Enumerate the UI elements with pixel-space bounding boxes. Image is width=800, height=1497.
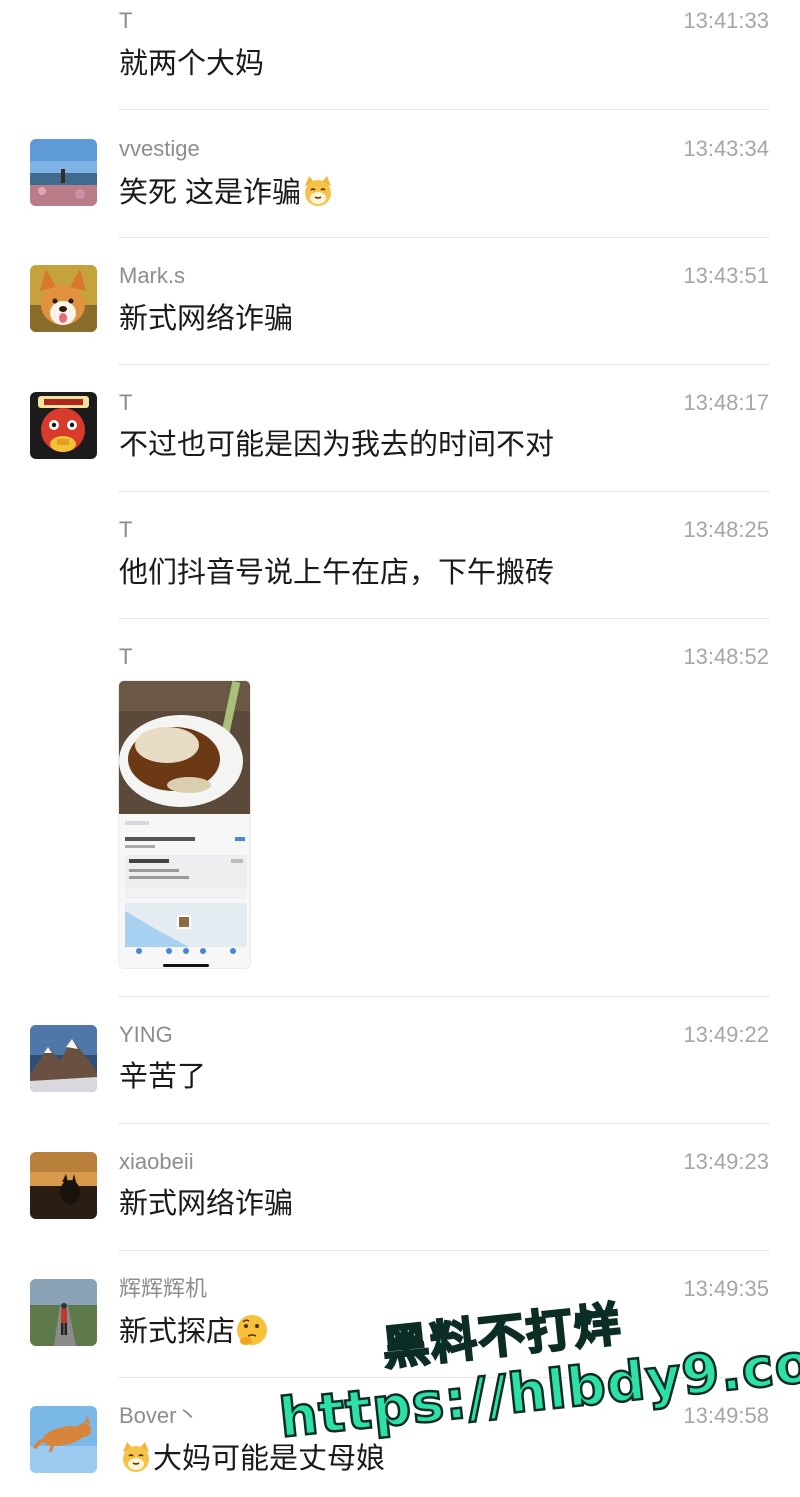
cat-face-icon (119, 1440, 153, 1474)
message-time: 13:43:34 (683, 136, 769, 161)
avatar[interactable] (30, 1025, 97, 1092)
sender-name[interactable]: xiaobeii (119, 1149, 194, 1175)
message-divider (118, 237, 770, 238)
sender-name[interactable]: Bover丶 (119, 1403, 198, 1429)
sender-name[interactable]: vvestige (119, 136, 200, 162)
message-time: 13:49:23 (683, 1149, 769, 1174)
message-time: 13:48:17 (683, 390, 769, 415)
avatar[interactable] (30, 1406, 97, 1473)
thinking-face-icon (235, 1313, 269, 1347)
message-text[interactable]: 新式网络诈骗 (119, 301, 293, 337)
message-time: 13:48:52 (683, 644, 769, 669)
message-time: 13:49:35 (683, 1276, 769, 1301)
message-divider (118, 1250, 770, 1251)
message-divider (118, 109, 770, 110)
message-divider (118, 996, 770, 997)
sender-name[interactable]: T (119, 517, 132, 543)
message-text[interactable]: 辛苦了 (119, 1059, 206, 1095)
sender-name[interactable]: 辉辉辉机 (119, 1276, 207, 1302)
message-time: 13:41:33 (683, 8, 769, 33)
message-text[interactable]: 他们抖音号说上午在店，下午搬砖 (119, 555, 554, 591)
message-time: 13:49:22 (683, 1022, 769, 1047)
message-text-content: 大妈可能是丈母娘 (153, 1443, 386, 1475)
message-divider (118, 1377, 770, 1378)
message-divider (118, 1123, 770, 1124)
message-text[interactable]: 笑死 这是诈骗 (119, 174, 335, 211)
sender-name[interactable]: T (119, 8, 132, 34)
message-time: 13:49:58 (683, 1403, 769, 1428)
sender-name[interactable]: T (119, 390, 132, 416)
message-image[interactable] (118, 680, 251, 969)
message-time: 13:48:25 (683, 517, 769, 542)
sender-name[interactable]: T (119, 644, 132, 670)
avatar[interactable] (30, 1152, 97, 1219)
watermark-title: 黑料不打烊 (379, 1295, 626, 1376)
message-divider (118, 364, 770, 365)
sender-name[interactable]: YING (119, 1022, 173, 1048)
cat-face-icon (301, 174, 335, 208)
message-time: 13:43:51 (683, 263, 769, 288)
message-divider (118, 491, 770, 492)
watermark-url: https://hlbdy9.com (275, 1324, 800, 1451)
message-text-content: 笑死 这是诈骗 (119, 177, 302, 209)
avatar[interactable] (30, 392, 97, 459)
message-text[interactable]: 新式网络诈骗 (119, 1186, 293, 1222)
message-text-content: 新式探店 (119, 1316, 236, 1348)
message-text[interactable]: 大妈可能是丈母娘 (119, 1440, 385, 1477)
sender-name[interactable]: Mark.s (119, 263, 185, 289)
avatar[interactable] (30, 265, 97, 332)
message-divider (118, 618, 770, 619)
avatar[interactable] (30, 1279, 97, 1346)
avatar[interactable] (30, 139, 97, 206)
message-text[interactable]: 新式探店 (119, 1313, 269, 1350)
message-text[interactable]: 就两个大妈 (119, 46, 264, 82)
message-text[interactable]: 不过也可能是因为我去的时间不对 (119, 427, 554, 463)
